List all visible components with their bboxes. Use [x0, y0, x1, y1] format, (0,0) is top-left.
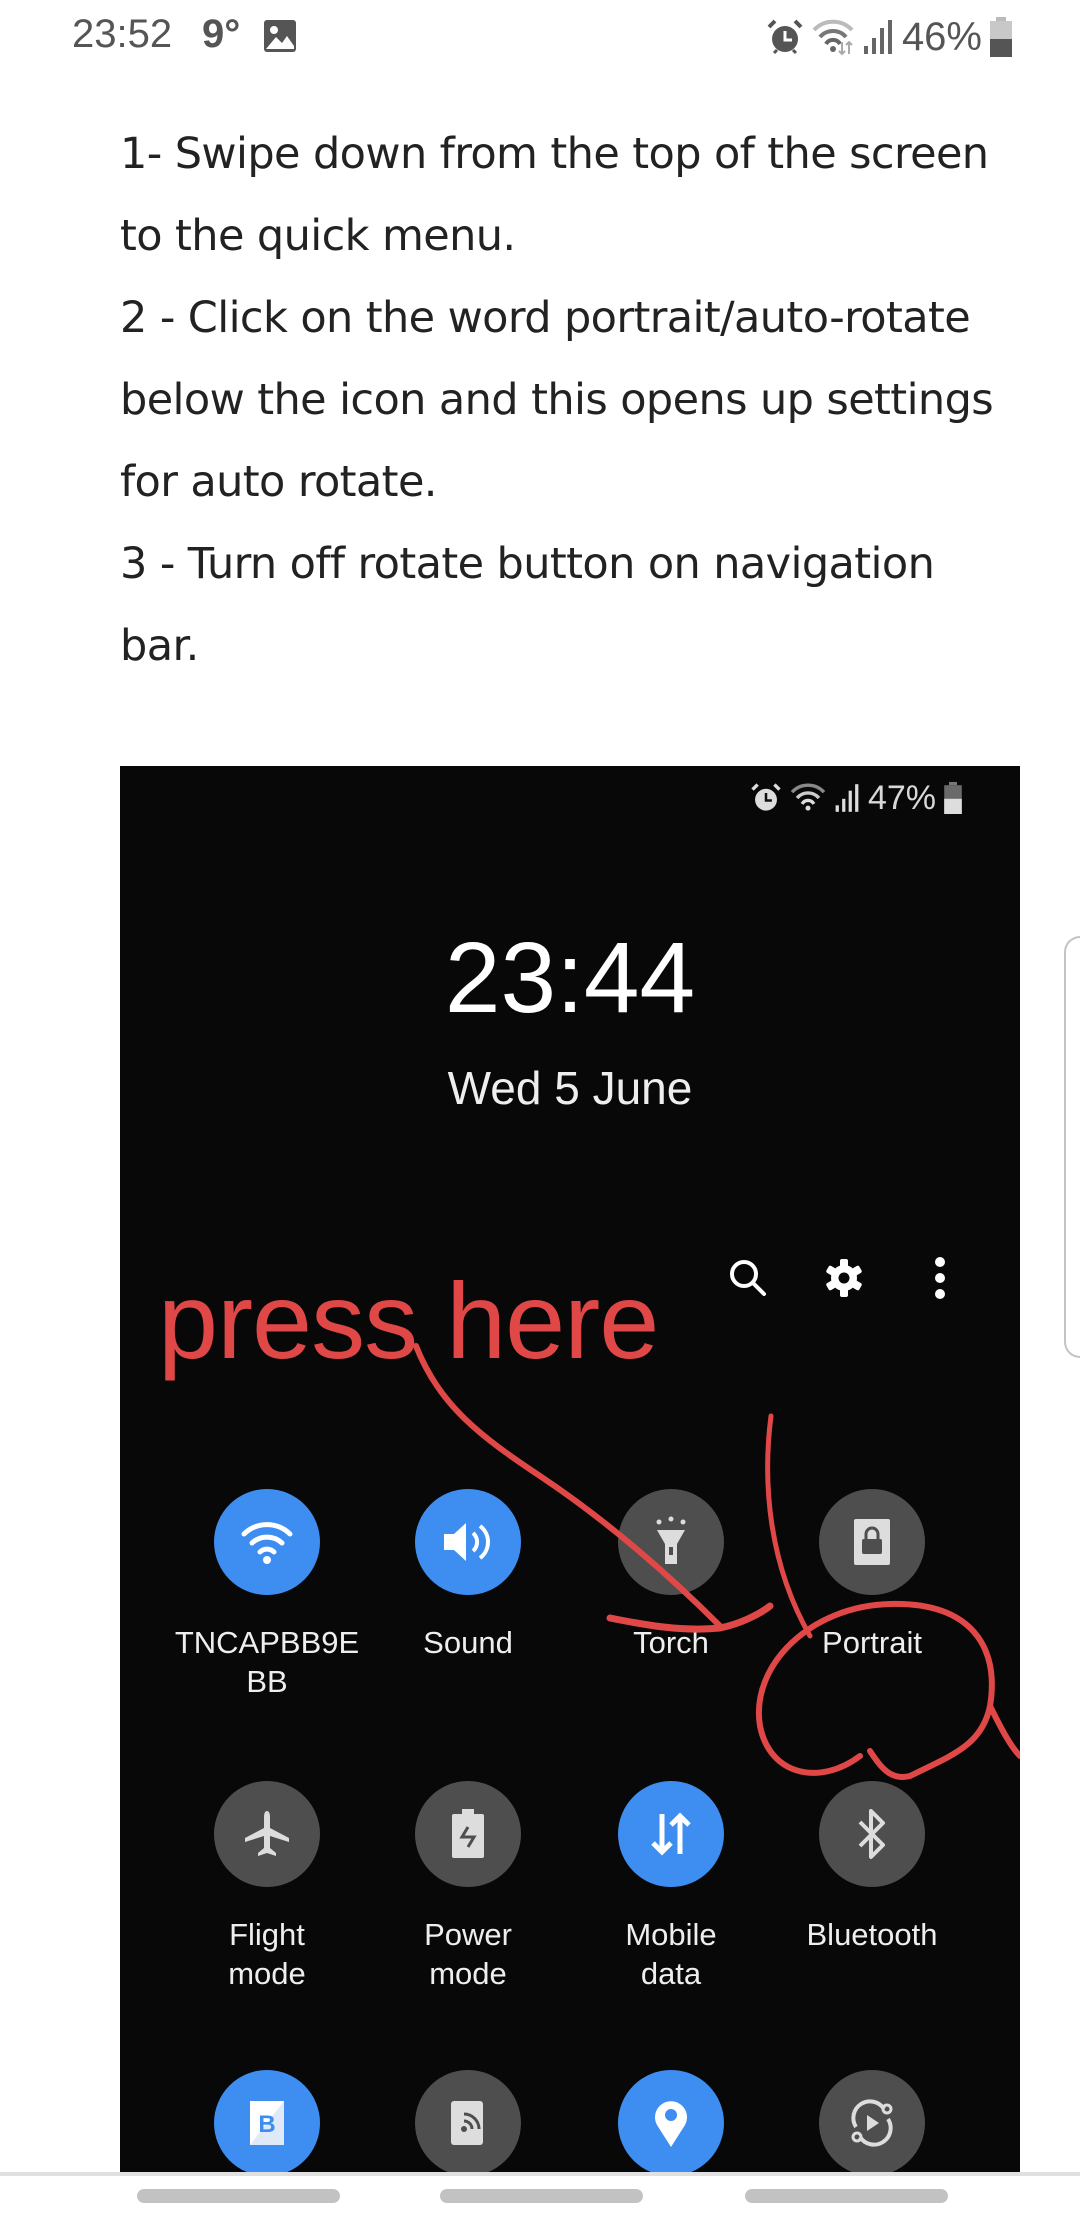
- tile-icon-bg: [819, 2070, 925, 2172]
- wifi-icon: [812, 19, 854, 56]
- tile-label-line: TNCAPBB9E: [174, 1625, 360, 1660]
- instructions-text: 1- Swipe down from the top of the screen…: [120, 113, 1020, 687]
- tile-icon-bg: [618, 2070, 724, 2172]
- tile-mobile-data[interactable]: Mobile data: [571, 1781, 771, 1993]
- tile-label-line: Sound: [423, 1625, 513, 1660]
- status-right-icons: 46%: [766, 12, 1012, 62]
- tile-icon-bg: [618, 1781, 724, 1887]
- tile-label-line: Flight: [229, 1917, 305, 1952]
- portrait-lock-icon: [854, 1519, 890, 1565]
- svg-text:B: B: [258, 2111, 275, 2138]
- tile-label-line: BB: [246, 1664, 288, 1699]
- tile-nfc[interactable]: [368, 2070, 568, 2172]
- status-bar: 23:52 9° 46%: [0, 0, 1080, 76]
- nav-button-back[interactable]: [745, 2189, 948, 2203]
- tile-icon-bg: [214, 1781, 320, 1887]
- blue-light-filter-icon: B: [250, 2101, 284, 2145]
- tile-icon-bg: [819, 1781, 925, 1887]
- tile-label: Sound: [368, 1623, 568, 1662]
- instruction-line: bar.: [120, 621, 199, 671]
- tile-label-line: Bluetooth: [806, 1917, 938, 1952]
- tile-icon-bg: [415, 1781, 521, 1887]
- bottom-divider: [0, 2172, 1080, 2176]
- sound-icon: [444, 1523, 490, 1561]
- tile-label-line: Torch: [633, 1625, 709, 1660]
- status-temperature: 9°: [202, 12, 241, 56]
- tile-sound[interactable]: Sound: [368, 1489, 568, 1662]
- tile-icon-bg: B: [214, 2070, 320, 2172]
- tile-torch[interactable]: Torch: [571, 1489, 771, 1662]
- tile-wifi[interactable]: TNCAPBB9E BB: [167, 1489, 367, 1701]
- tile-label: TNCAPBB9E BB: [167, 1623, 367, 1701]
- instruction-line: 2 - Click on the word portrait/auto-rota…: [120, 293, 971, 343]
- instruction-line: to the quick menu.: [120, 211, 516, 261]
- tile-label: Flight mode: [167, 1915, 367, 1993]
- signal-icon: [863, 20, 892, 54]
- scroll-handle[interactable]: [1064, 936, 1080, 1358]
- torch-icon: [656, 1516, 686, 1564]
- tile-icon-bg: [819, 1489, 925, 1595]
- tile-bluetooth[interactable]: Bluetooth: [772, 1781, 972, 1954]
- battery-icon: [990, 17, 1012, 57]
- instruction-line: 3 - Turn off rotate button on navigation: [120, 539, 935, 589]
- smart-view-icon: [851, 2099, 893, 2147]
- power-mode-icon: [452, 1809, 484, 1858]
- tile-portrait[interactable]: Portrait: [772, 1489, 972, 1662]
- alarm-icon: [767, 19, 803, 55]
- wifi-icon: [241, 1522, 293, 1564]
- tile-label-line: mode: [429, 1956, 507, 1991]
- tile-icon-bg: [214, 1489, 320, 1595]
- instruction-line: 1- Swipe down from the top of the screen: [120, 129, 989, 179]
- bluetooth-icon: [858, 1809, 885, 1859]
- tile-label-line: Power: [424, 1917, 512, 1952]
- tile-label: Power mode: [368, 1915, 568, 1993]
- battery-percent: 46%: [901, 14, 982, 59]
- tile-label-line: mode: [228, 1956, 306, 1991]
- tile-label: Torch: [571, 1623, 771, 1662]
- tile-power-mode[interactable]: Power mode: [368, 1781, 568, 1993]
- nav-button-recents[interactable]: [137, 2189, 340, 2203]
- tile-icon-bg: [415, 1489, 521, 1595]
- nfc-icon: [451, 2101, 483, 2145]
- tile-blue-light-filter[interactable]: B: [167, 2070, 367, 2172]
- mobile-data-icon: [651, 1812, 691, 1856]
- gallery-icon: [264, 20, 296, 52]
- tile-location[interactable]: [571, 2070, 771, 2172]
- status-time: 23:52: [72, 12, 173, 56]
- tile-label-line: data: [640, 1956, 702, 1991]
- tile-label: Bluetooth: [772, 1915, 972, 1954]
- airplane-icon: [245, 1811, 289, 1856]
- embedded-screenshot[interactable]: 47% 23:44 Wed 5 June press here TNCAPBB9…: [120, 766, 1020, 2172]
- quick-settings-grid: TNCAPBB9E BB Sound Torch Portrait Flight…: [120, 766, 1020, 2172]
- tile-label-line: Mobile: [625, 1917, 717, 1952]
- tile-flight-mode[interactable]: Flight mode: [167, 1781, 367, 1993]
- tile-label-line: Portrait: [822, 1625, 922, 1660]
- nav-button-home[interactable]: [440, 2189, 643, 2203]
- instruction-line: for auto rotate.: [120, 457, 437, 507]
- tile-label: Mobile data: [571, 1915, 771, 1993]
- tile-smart-view[interactable]: [772, 2070, 972, 2172]
- location-icon: [655, 2101, 687, 2147]
- tile-label: Portrait: [772, 1623, 972, 1662]
- tile-icon-bg: [618, 1489, 724, 1595]
- tile-icon-bg: [415, 2070, 521, 2172]
- instruction-line: below the icon and this opens up setting…: [120, 375, 994, 425]
